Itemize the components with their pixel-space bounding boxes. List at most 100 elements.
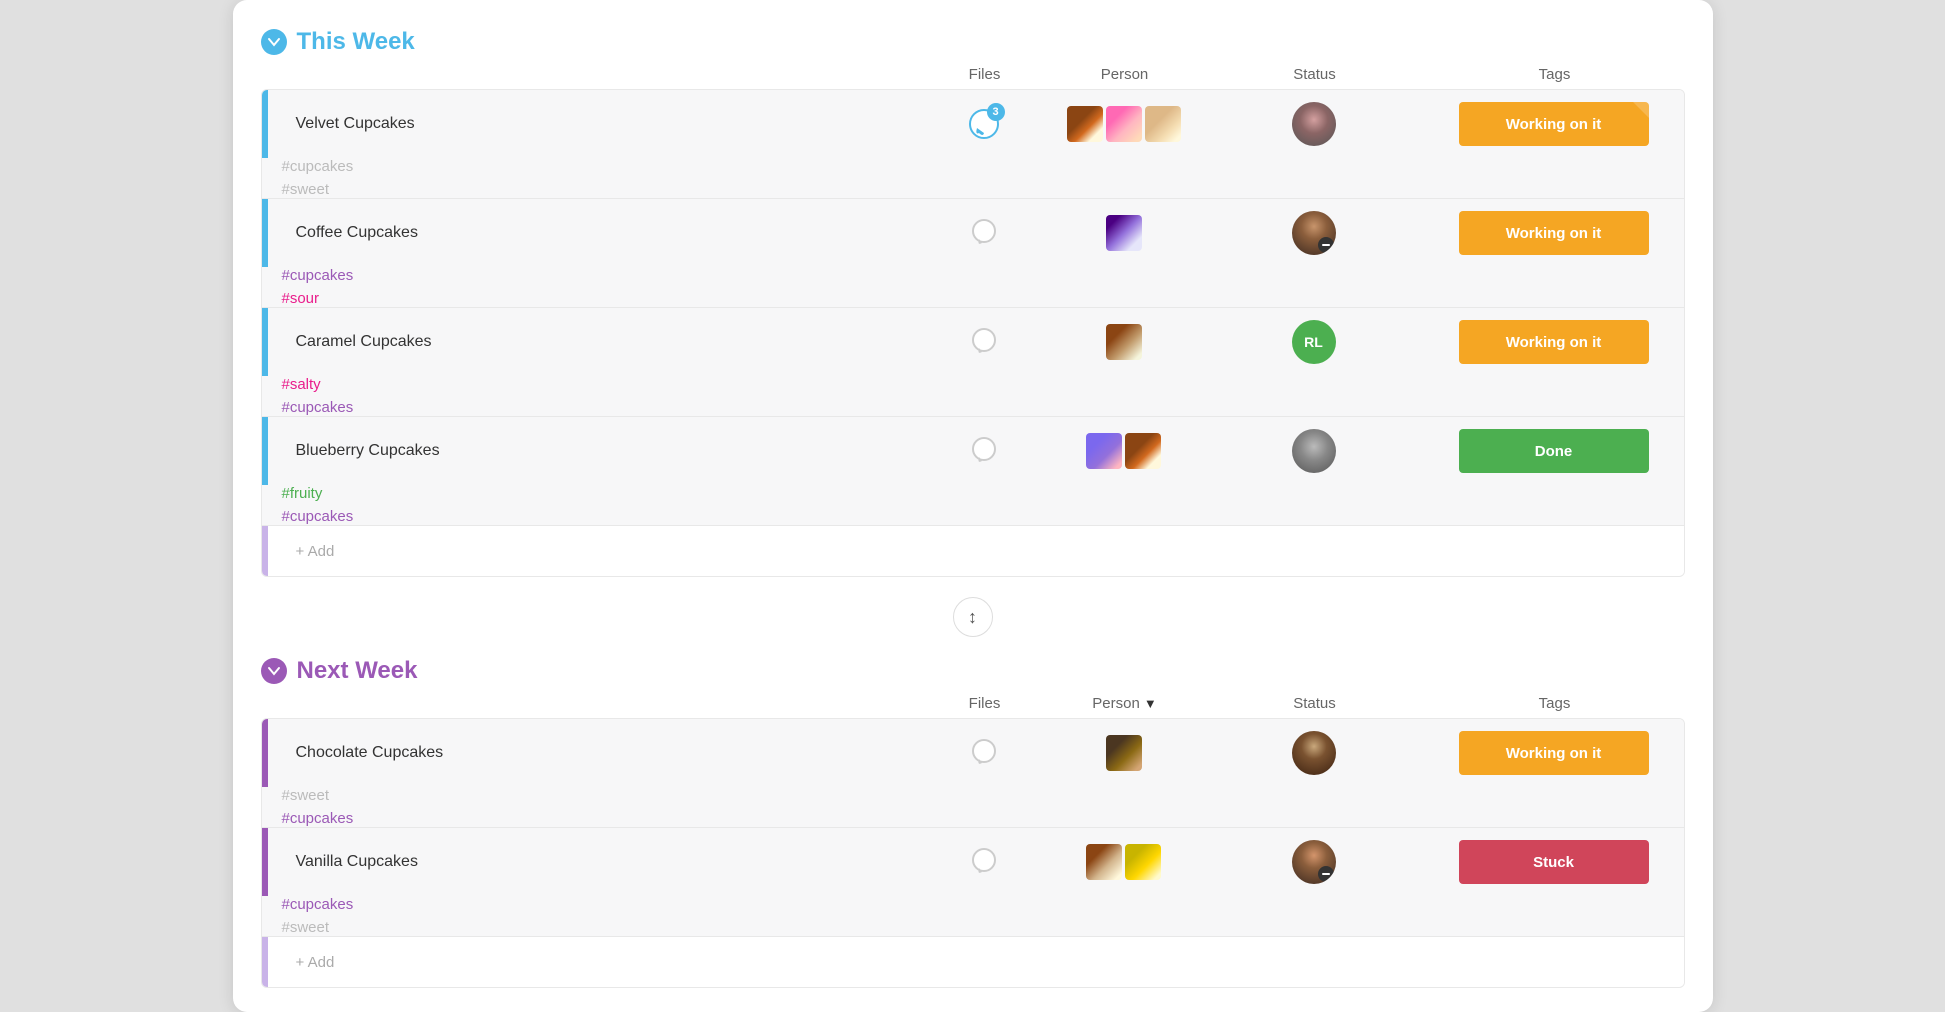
table-row: Chocolate Cupcakes Working [262,719,1684,828]
status-cell: Done [1424,429,1684,473]
person-cell [1204,840,1424,884]
file-thumb[interactable] [1106,215,1142,251]
avatar-minus-icon [1318,866,1334,882]
avatar[interactable] [1292,731,1336,775]
file-thumb[interactable] [1145,106,1181,142]
files-cell [1044,324,1204,360]
file-thumb[interactable] [1125,433,1161,469]
status-cell: Working on it [1424,320,1684,364]
next-week-col-headers: Files Person ▼ Status Tags [261,695,1685,718]
col-person-next: Person ▼ [1045,695,1205,712]
avatar[interactable] [1292,211,1336,255]
table-row: Vanilla Cupcakes [262,828,1684,937]
add-task-label[interactable]: + Add [268,543,924,560]
file-thumb[interactable] [1106,106,1142,142]
comment-cell [924,325,1044,359]
status-badge-blueberry[interactable]: Done [1459,429,1649,473]
col-files-this: Files [925,66,1045,83]
status-badge-velvet[interactable]: Working on it [1459,102,1649,146]
status-cell: Working on it [1424,102,1684,146]
person-cell [1204,102,1424,146]
task-name-coffee: Coffee Cupcakes [268,224,924,242]
avatar[interactable] [1292,429,1336,473]
file-thumb[interactable] [1067,106,1103,142]
add-row-next[interactable]: + Add [262,937,1684,987]
col-files-next: Files [925,695,1045,712]
next-week-section: Next Week Files Person ▼ Status Tags Cho… [261,657,1685,988]
files-cell [1044,433,1204,469]
tag: #sweet [282,181,330,198]
this-week-table: Velvet Cupcakes 3 [261,89,1685,577]
person-cell [1204,731,1424,775]
status-cell: Working on it [1424,731,1684,775]
comment-cell [924,736,1044,770]
comment-icon[interactable]: 3 [967,107,1001,141]
comment-cell [924,434,1044,468]
file-thumb[interactable] [1086,433,1122,469]
person-dropdown-arrow[interactable]: ▼ [1144,696,1157,711]
files-cell [1044,735,1204,771]
this-week-collapse-button[interactable] [261,29,287,55]
comment-icon[interactable] [967,434,1001,468]
next-week-collapse-button[interactable] [261,658,287,684]
tag: #cupcakes [282,896,354,913]
files-cell [1044,844,1204,880]
comment-icon[interactable] [967,216,1001,250]
status-badge-chocolate[interactable]: Working on it [1459,731,1649,775]
tag: #cupcakes [282,399,354,416]
tag: #sour [282,290,320,307]
person-cell: RL [1204,320,1424,364]
avatar[interactable] [1292,840,1336,884]
task-name-caramel: Caramel Cupcakes [268,333,924,351]
tag: #cupcakes [282,508,354,525]
add-task-label-next[interactable]: + Add [268,954,924,971]
comment-cell [924,216,1044,250]
files-cell [1044,106,1204,142]
this-week-header: This Week [261,28,1685,56]
comment-icon[interactable] [967,325,1001,359]
comment-badge: 3 [987,103,1005,121]
avatar[interactable]: RL [1292,320,1336,364]
comment-cell [924,845,1044,879]
main-card: This Week Files Person Status Tags Velve… [233,0,1713,1012]
status-badge-caramel[interactable]: Working on it [1459,320,1649,364]
file-thumb[interactable] [1106,324,1142,360]
table-row: Caramel Cupcakes RL Working [262,308,1684,417]
next-week-table: Chocolate Cupcakes Working [261,718,1685,988]
file-thumb[interactable] [1086,844,1122,880]
file-thumb[interactable] [1125,844,1161,880]
section-divider: ↕ [261,577,1685,657]
table-row: Blueberry Cupcakes [262,417,1684,526]
col-task [341,66,925,83]
task-name-vanilla: Vanilla Cupcakes [268,853,924,871]
tags-cell: #fruity #cupcakes [262,485,282,525]
tag: #sweet [282,787,330,804]
person-cell [1204,211,1424,255]
this-week-col-headers: Files Person Status Tags [261,66,1685,89]
tags-cell: #cupcakes #sweet [262,896,282,936]
person-cell [1204,429,1424,473]
tags-cell: #sweet #cupcakes [262,787,282,827]
tag: #salty [282,376,321,393]
add-row[interactable]: + Add [262,526,1684,576]
this-week-section: This Week Files Person Status Tags Velve… [261,28,1685,577]
tag: #sweet [282,919,330,936]
tag: #fruity [282,485,323,502]
status-cell: Working on it [1424,211,1684,255]
table-row: Velvet Cupcakes 3 [262,90,1684,199]
comment-icon[interactable] [967,736,1001,770]
divider-button[interactable]: ↕ [953,597,993,637]
next-week-title: Next Week [297,657,418,685]
col-status-this: Status [1205,66,1425,83]
avatar[interactable] [1292,102,1336,146]
status-badge-vanilla[interactable]: Stuck [1459,840,1649,884]
status-cell: Stuck [1424,840,1684,884]
comment-icon[interactable] [967,845,1001,879]
tags-cell: #cupcakes #sweet [262,158,282,198]
col-task-next [341,695,925,712]
status-badge-coffee[interactable]: Working on it [1459,211,1649,255]
file-thumb[interactable] [1106,735,1142,771]
tag: #cupcakes [282,158,354,175]
tag: #cupcakes [282,810,354,827]
col-status-next: Status [1205,695,1425,712]
